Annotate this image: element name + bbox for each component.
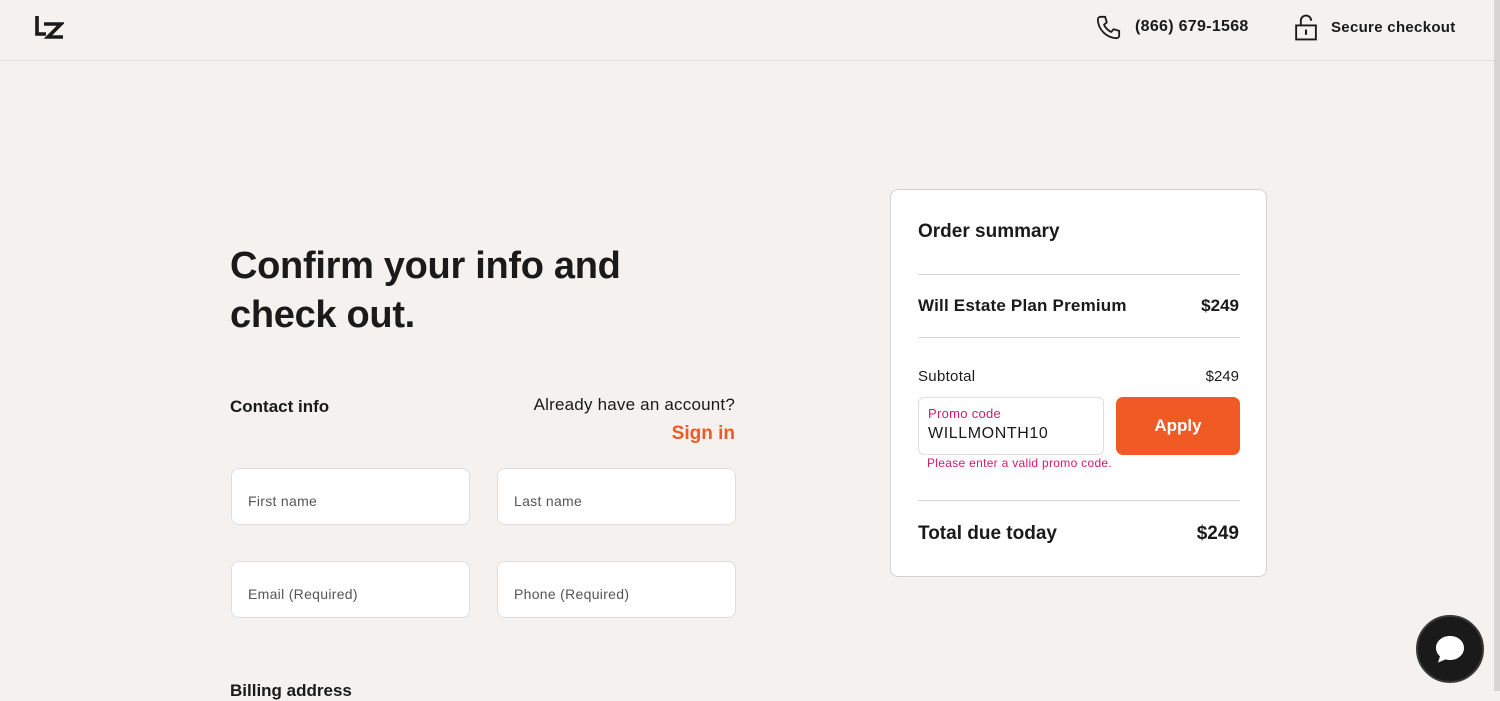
divider bbox=[918, 500, 1240, 501]
lz-logo[interactable] bbox=[34, 14, 64, 40]
phone-field[interactable] bbox=[497, 561, 736, 618]
secure-checkout: Secure checkout bbox=[1294, 13, 1456, 41]
lock-icon bbox=[1295, 14, 1317, 40]
first-name-input[interactable] bbox=[248, 492, 453, 509]
apply-promo-button[interactable]: Apply bbox=[1116, 397, 1240, 455]
subtotal-value: $249 bbox=[1205, 368, 1239, 385]
account-question: Already have an account? bbox=[533, 395, 735, 414]
product-name: Will Estate Plan Premium bbox=[918, 296, 1127, 315]
last-name-field[interactable] bbox=[497, 468, 736, 525]
last-name-input[interactable] bbox=[514, 492, 719, 509]
promo-error-message: Please enter a valid promo code. bbox=[927, 456, 1113, 470]
promo-code-field[interactable]: Promo code bbox=[918, 397, 1104, 455]
secure-checkout-label: Secure checkout bbox=[1331, 18, 1456, 36]
contact-info-label: Contact info bbox=[230, 397, 330, 416]
email-input[interactable] bbox=[248, 585, 453, 602]
total-due-value: $249 bbox=[1196, 523, 1239, 544]
phone-link[interactable]: (866) 679-1568 bbox=[1095, 13, 1249, 41]
chat-button[interactable] bbox=[1416, 615, 1484, 683]
order-summary-card: Order summary Will Estate Plan Premium $… bbox=[890, 189, 1267, 577]
scrollbar[interactable] bbox=[1494, 0, 1500, 691]
divider bbox=[918, 337, 1240, 338]
subtotal-label: Subtotal bbox=[918, 368, 976, 385]
promo-code-label: Promo code bbox=[928, 406, 1002, 421]
email-field[interactable] bbox=[231, 561, 470, 618]
order-summary-title: Order summary bbox=[918, 221, 1060, 242]
product-price: $249 bbox=[1201, 296, 1239, 315]
first-name-field[interactable] bbox=[231, 468, 470, 525]
promo-code-input[interactable] bbox=[928, 425, 1094, 443]
page-title: Confirm your info and check out. bbox=[230, 245, 621, 336]
phone-icon bbox=[1096, 15, 1121, 39]
site-header: (866) 679-1568 Secure checkout bbox=[0, 0, 1494, 61]
total-due-label: Total due today bbox=[918, 523, 1057, 544]
billing-address-label: Billing address bbox=[230, 681, 352, 700]
phone-input[interactable] bbox=[514, 585, 719, 602]
sign-in-link[interactable]: Sign in bbox=[672, 423, 735, 445]
divider bbox=[918, 274, 1240, 275]
chat-bubble-icon bbox=[1436, 636, 1464, 663]
phone-number: (866) 679-1568 bbox=[1135, 18, 1249, 35]
